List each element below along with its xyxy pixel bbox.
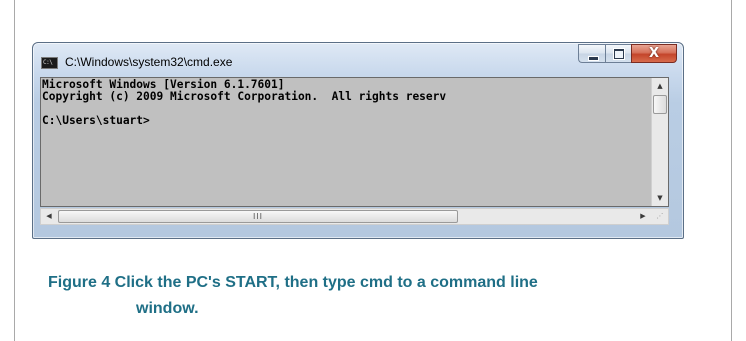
window-title: C:\Windows\system32\cmd.exe (65, 55, 233, 69)
scroll-left-arrow-icon[interactable]: ◀ (41, 209, 57, 224)
scroll-up-arrow-icon[interactable]: ▲ (652, 78, 668, 94)
cmd-app-icon[interactable]: C:\ (41, 57, 58, 69)
resize-grip-icon[interactable]: ⋰ (652, 209, 668, 224)
maximize-button[interactable] (605, 44, 631, 63)
scroll-down-arrow-icon[interactable]: ▼ (652, 190, 668, 206)
cmd-window[interactable]: C:\ C:\Windows\system32\cmd.exe X Micros… (32, 42, 684, 239)
close-icon: X (648, 46, 660, 61)
minimize-button[interactable] (578, 44, 605, 63)
caption-line-1: Figure 4 Click the PC's START, then type… (48, 274, 538, 291)
cmd-icon-text: C:\ (43, 59, 53, 66)
close-button[interactable]: X (631, 44, 677, 63)
maximize-icon (613, 48, 625, 60)
horizontal-scroll-thumb[interactable]: III (58, 210, 458, 223)
console-text[interactable]: Microsoft Windows [Version 6.1.7601] Cop… (42, 79, 446, 127)
vertical-scrollbar[interactable]: ▲ ▼ (651, 78, 668, 206)
console-line: Copyright (c) 2009 Microsoft Corporation… (42, 90, 447, 103)
minimize-icon (588, 56, 599, 61)
figure-caption: Figure 4 Click the PC's START, then type… (48, 270, 668, 322)
scroll-right-arrow-icon[interactable]: ▶ (635, 209, 651, 224)
console-prompt[interactable]: C:\Users\stuart> (42, 114, 150, 127)
caption-buttons: X (578, 44, 677, 64)
horizontal-scrollbar[interactable]: ◀ III ▶ ⋰ (40, 208, 669, 225)
title-bar[interactable]: C:\ C:\Windows\system32\cmd.exe X (33, 43, 683, 77)
thumb-grip-icon: III (252, 212, 264, 221)
vertical-scroll-thumb[interactable] (653, 95, 667, 114)
caption-line-2: window. (136, 300, 199, 317)
console-output[interactable]: Microsoft Windows [Version 6.1.7601] Cop… (40, 77, 669, 207)
